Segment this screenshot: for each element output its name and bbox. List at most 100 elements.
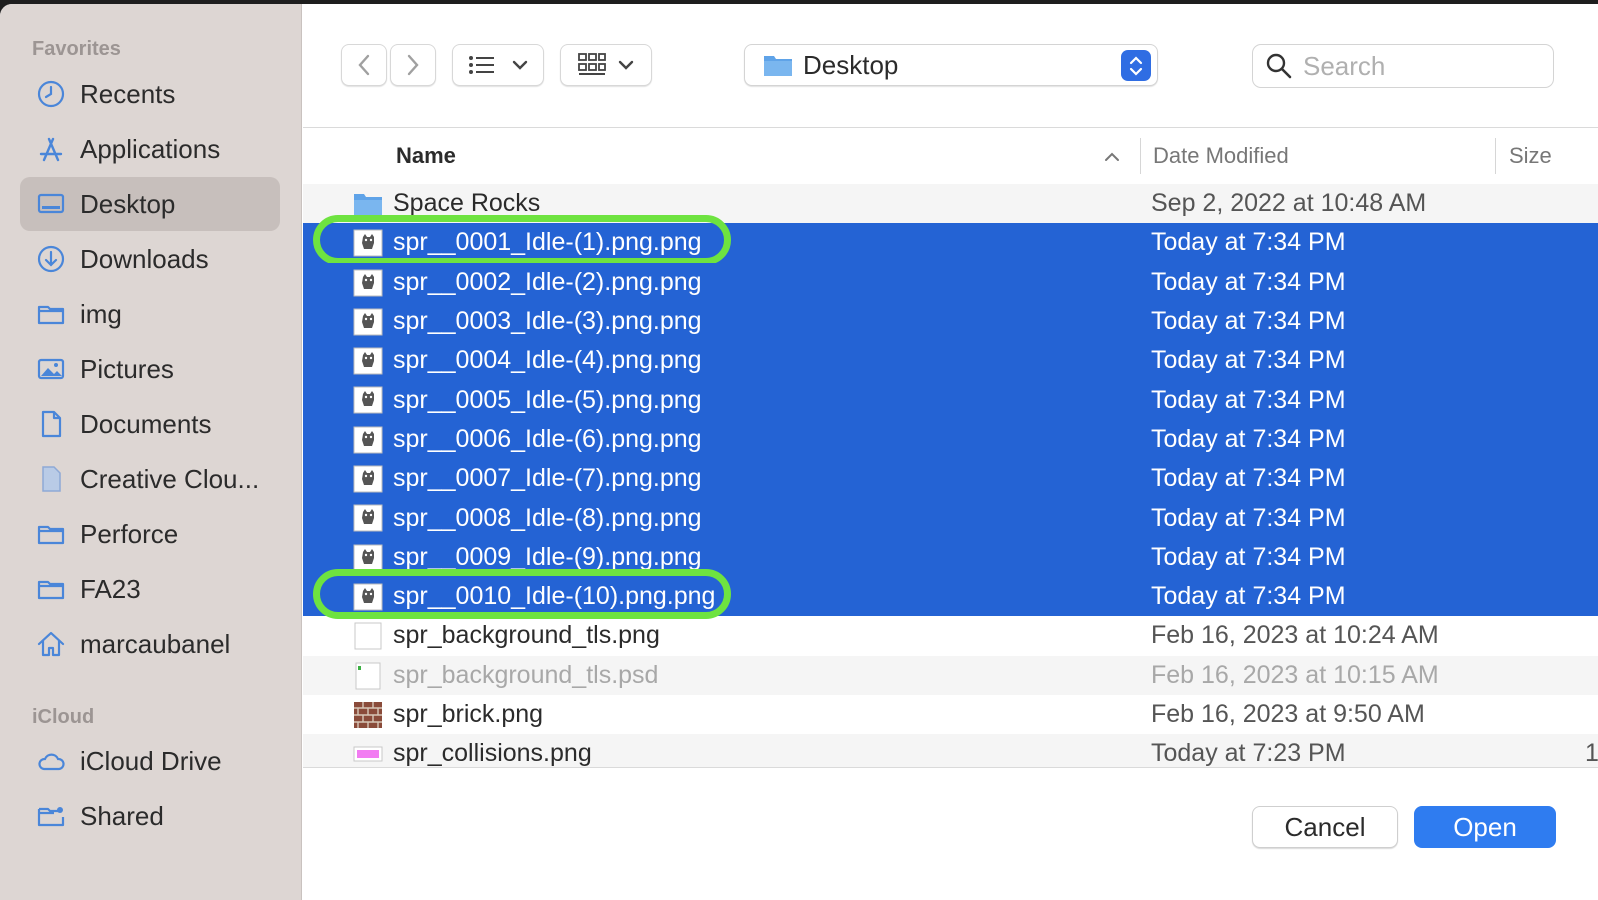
sidebar-item-label: Shared [80,800,164,831]
shared-folder-icon [34,799,68,833]
file-name: spr_background_tls.png [393,621,660,650]
image-file-icon [353,622,383,650]
file-row[interactable]: spr__0006_Idle-(6).png.png Today at 7:34 … [303,419,1598,460]
sidebar-item-pictures[interactable]: Pictures [20,342,280,396]
file-name: spr__0004_Idle-(4).png.png [393,346,702,375]
image-file-icon [353,544,383,572]
file-name: spr__0010_Idle-(10).png.png [393,582,716,611]
image-file-icon [353,269,383,297]
column-header-date[interactable]: Date Modified [1153,128,1289,184]
image-file-icon [353,504,383,532]
forward-button[interactable] [390,44,436,86]
favorites-header: Favorites [32,38,121,60]
location-popup[interactable]: Desktop [744,44,1158,86]
image-file-icon [353,347,383,375]
sidebar-item-label: Pictures [80,353,174,384]
file-row[interactable]: spr__0007_Idle-(7).png.png Today at 7:34 … [303,459,1598,499]
group-by-button[interactable] [560,44,652,86]
file-name: spr_collisions.png [393,739,592,768]
file-row[interactable]: spr_background_tls.psd Feb 16, 2023 at 10… [303,655,1598,695]
file-name: Space Rocks [393,189,541,218]
home-icon [34,627,68,661]
chevron-right-icon [407,54,419,76]
file-date-modified: Feb 16, 2023 at 9:50 AM [1151,700,1425,728]
grid-view-icon [578,53,606,75]
back-button[interactable] [341,44,387,86]
file-name: spr_background_tls.psd [393,660,659,689]
column-header-name[interactable]: Name [396,128,456,184]
sidebar-item-recents[interactable]: Recents [20,67,280,121]
sidebar-item-label: Documents [80,408,212,439]
sidebar-item-img[interactable]: img [20,287,280,341]
folder-icon [34,297,68,331]
file-name: spr__0002_Idle-(2).png.png [393,267,702,296]
file-name: spr__0007_Idle-(7).png.png [393,464,702,493]
file-icon [34,462,68,496]
folder-icon [34,572,68,606]
file-date-modified: Today at 7:34 PM [1151,228,1346,257]
file-row[interactable]: spr__0009_Idle-(9).png.png Today at 7:34 … [303,537,1598,577]
sidebar-item-documents[interactable]: Documents [20,397,280,451]
image-file-icon [353,229,383,257]
file-date-modified: Today at 7:34 PM [1151,582,1346,611]
file-row[interactable]: spr__0008_Idle-(8).png.png Today at 7:34 … [303,498,1598,538]
file-row[interactable]: spr__0010_Idle-(10).png.png Today at 7:34… [303,568,1598,619]
sort-ascending-icon [1105,152,1119,161]
file-row[interactable]: spr_collisions.png Today at 7:23 PM 1 [303,734,1598,768]
folder-icon [34,517,68,551]
file-row[interactable]: Space Rocks Sep 2, 2022 at 10:48 AM [303,184,1598,224]
file-row[interactable]: spr__0003_Idle-(3).png.png Today at 7:34 … [303,301,1598,342]
sidebar-item-applications[interactable]: Applications [20,122,280,176]
file-name: spr__0006_Idle-(6).png.png [393,424,702,453]
column-header-size[interactable]: Size [1509,128,1552,184]
sidebar-item-label: marcaubanel [80,628,231,659]
sidebar-item-fa23[interactable]: FA23 [20,562,280,616]
file-name: spr_brick.png [393,700,544,728]
file-row[interactable]: spr__0004_Idle-(4).png.png Today at 7:34 … [303,341,1598,381]
image-file-icon [353,465,383,493]
sidebar-item-label: FA23 [80,573,141,604]
clock-icon [34,77,68,111]
column-divider[interactable] [1140,138,1141,174]
image-file-icon [353,662,383,690]
sidebar-item-label: Perforce [80,518,179,549]
file-list[interactable]: Name Date Modified Size Space Rocks Sep 2… [303,127,1598,768]
file-rows: Space Rocks Sep 2, 2022 at 10:48 AM spr__0… [303,184,1598,768]
sidebar-item-creative-cloud[interactable]: Creative Clou... [20,452,280,506]
search-input[interactable] [1303,50,1523,82]
sidebar-item-downloads[interactable]: Downloads [20,232,280,286]
sidebar-item-label: img [80,298,122,329]
file-date-modified: Today at 7:34 PM [1151,385,1346,414]
file-row[interactable]: spr_background_tls.png Feb 16, 2023 at 10… [303,616,1598,655]
list-view-icon [469,56,494,74]
file-date-modified: Today at 7:34 PM [1151,464,1346,493]
file-row[interactable]: spr__0005_Idle-(5).png.png Today at 7:34 … [303,380,1598,420]
open-button[interactable]: Open [1414,806,1556,848]
file-row[interactable]: spr_brick.png Feb 16, 2023 at 9:50 AM [303,695,1598,734]
image-file-icon [353,308,383,336]
sidebar-item-desktop[interactable]: Desktop [20,177,280,231]
file-row[interactable]: spr__0001_Idle-(1).png.png Today at 7:34 … [303,215,1598,266]
chevron-left-icon [358,54,370,76]
file-name: spr__0005_Idle-(5).png.png [393,385,702,414]
sidebar-item-home[interactable]: marcaubanel [20,617,280,671]
location-label: Desktop [803,49,899,80]
sidebar-item-label: Downloads [80,243,209,274]
sidebar-item-label: Creative Clou... [80,463,260,494]
column-divider[interactable] [1495,138,1496,174]
file-date-modified: Today at 7:34 PM [1151,503,1346,532]
view-list-button[interactable] [452,44,544,86]
search-field[interactable] [1252,44,1554,88]
sidebar-item-perforce[interactable]: Perforce [20,507,280,561]
sidebar-item-icloud-drive[interactable]: iCloud Drive [20,734,280,788]
pictures-icon [34,352,68,386]
file-date-modified: Feb 16, 2023 at 10:24 AM [1151,621,1439,650]
cancel-button[interactable]: Cancel [1252,806,1398,848]
location-stepper[interactable] [1121,50,1151,81]
sidebar-item-shared[interactable]: Shared [20,789,280,843]
file-name: spr__0003_Idle-(3).png.png [393,307,702,336]
sidebar: Favorites Recents Applications Desktop D… [0,4,302,900]
up-down-chevron-icon [1129,55,1143,76]
file-row[interactable]: spr__0002_Idle-(2).png.png Today at 7:34 … [303,262,1598,302]
file-date-modified: Today at 7:34 PM [1151,267,1346,296]
